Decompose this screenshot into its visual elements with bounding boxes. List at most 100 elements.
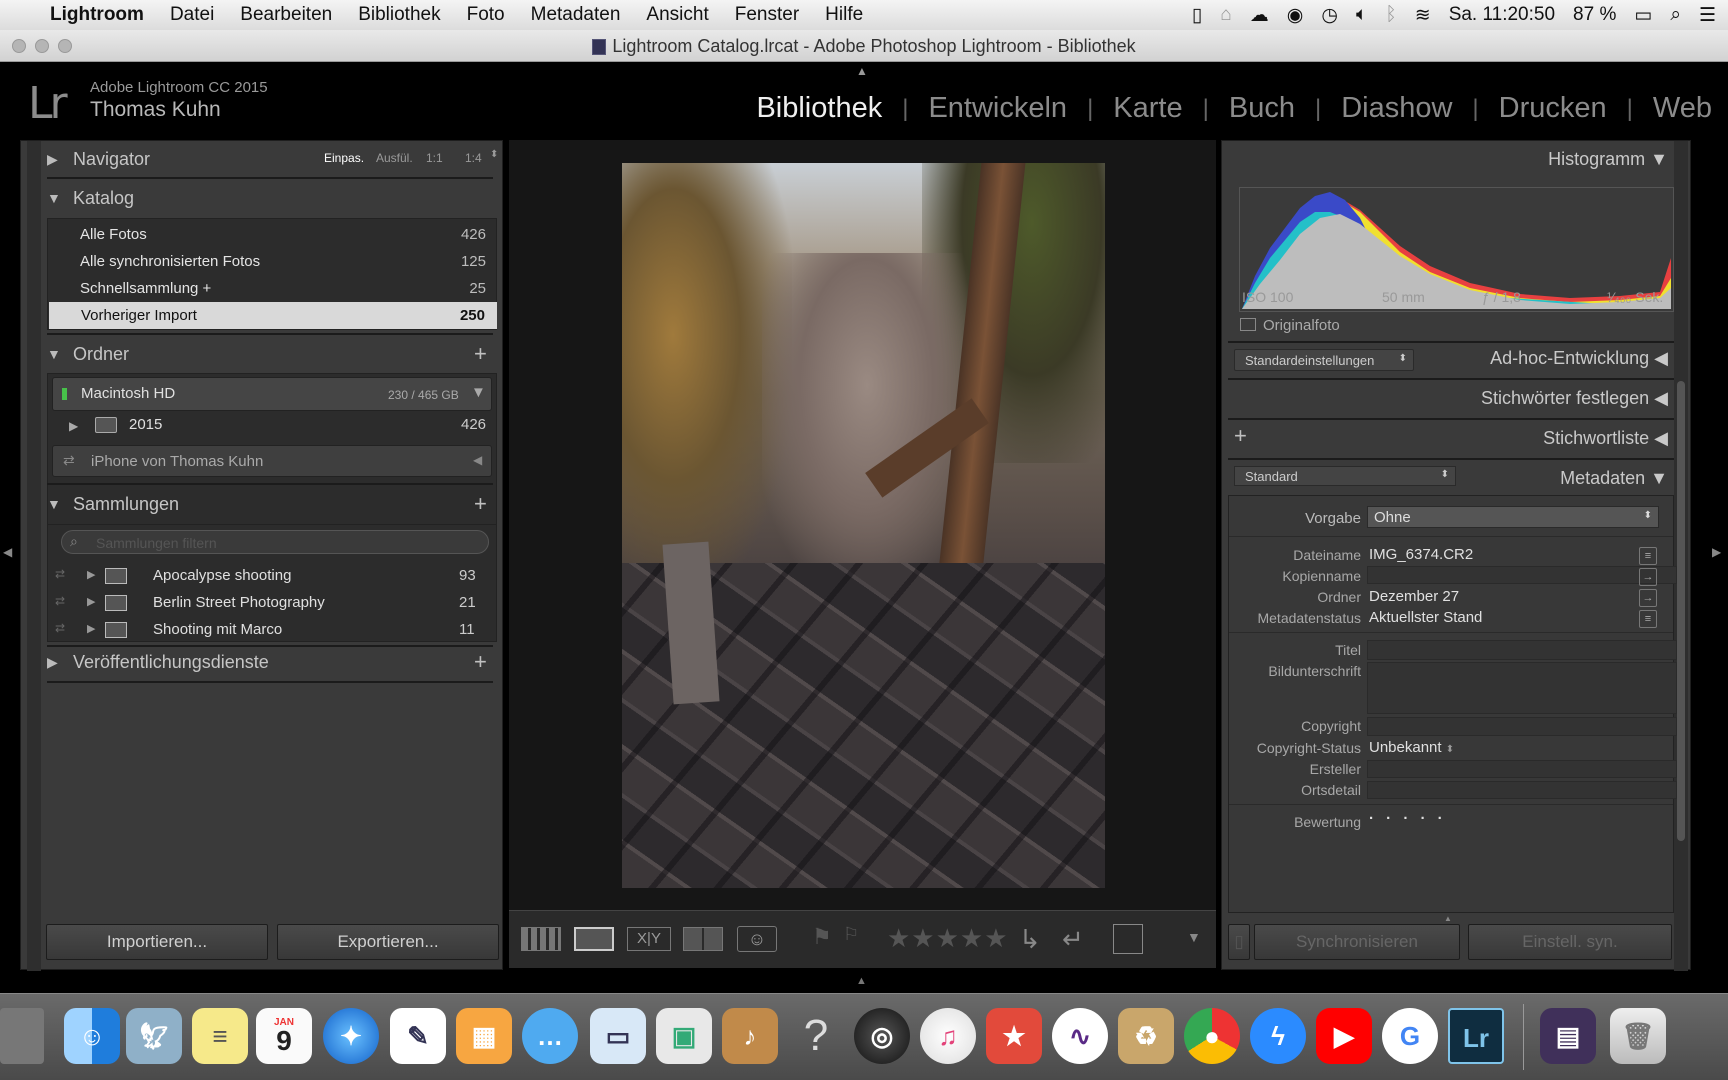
textedit-icon[interactable]: ✎	[390, 1008, 446, 1064]
garageband-icon[interactable]: ♪	[722, 1008, 778, 1064]
metadata-preset-select[interactable]: Standard ⬍	[1234, 466, 1456, 486]
zoom-1-4[interactable]: 1:4	[465, 151, 482, 165]
location-input[interactable]	[1367, 781, 1677, 799]
survey-view-icon[interactable]	[683, 927, 723, 951]
device-iphone[interactable]: ⇄ iPhone von Thomas Kuhn ◀	[52, 445, 492, 477]
catalog-row-quick-collection[interactable]: Schnellsammlung + 25	[48, 275, 498, 302]
help-icon[interactable]: ?	[788, 1008, 844, 1064]
grid-view-icon[interactable]	[521, 927, 561, 951]
messenger-icon[interactable]: ϟ	[1250, 1008, 1306, 1064]
device-menu-icon[interactable]: ◀	[473, 453, 482, 467]
rating-dots[interactable]: · · · · ·	[1369, 810, 1447, 827]
photo-booth-icon[interactable]: ◎	[854, 1008, 910, 1064]
metadata-vorgabe-select[interactable]: Ohne ⬍	[1367, 506, 1659, 528]
collection-row[interactable]: ⇄ ▶ Shooting mit Marco 11	[55, 618, 495, 643]
keynote-icon[interactable]: ▭	[590, 1008, 646, 1064]
add-publish-service-plus-icon[interactable]: +	[474, 649, 487, 675]
finder-icon[interactable]: ☺	[64, 1008, 120, 1064]
zoom-1-1[interactable]: 1:1	[426, 151, 443, 165]
filename-value[interactable]: IMG_6374.CR2	[1369, 546, 1473, 563]
battery-icon[interactable]: ▭	[1634, 4, 1652, 27]
title-input[interactable]	[1367, 640, 1677, 660]
menu-fenster[interactable]: Fenster	[722, 4, 812, 26]
calendar-icon[interactable]: JAN 9	[256, 1008, 312, 1064]
filmstrip-toggle-icon[interactable]: ▲	[856, 975, 867, 987]
collection-row[interactable]: ⇄ ▶ Berlin Street Photography 21	[55, 591, 495, 616]
volume-icon[interactable]: 🔈︎	[1356, 4, 1367, 26]
zoom-fit[interactable]: Einpas.	[324, 151, 364, 165]
add-folder-plus-icon[interactable]: +	[474, 341, 487, 367]
metadata-status-icon[interactable]: ≡	[1639, 610, 1657, 628]
folder-go-icon[interactable]: →	[1639, 589, 1657, 607]
wifi-icon[interactable]: ≋	[1415, 4, 1431, 27]
module-karte[interactable]: Karte	[1093, 92, 1202, 125]
caption-input[interactable]	[1367, 662, 1677, 714]
preview-icon[interactable]: 🦅︎	[126, 1008, 182, 1064]
compare-view-icon[interactable]: X|Y	[627, 927, 671, 951]
menu-datei[interactable]: Datei	[157, 4, 227, 26]
messages-icon[interactable]: …	[522, 1008, 578, 1064]
close-window-button[interactable]	[12, 39, 26, 53]
menu-bearbeiten[interactable]: Bearbeiten	[227, 4, 345, 26]
clock[interactable]: Sa. 11:20:50	[1449, 4, 1555, 26]
module-bibliothek[interactable]: Bibliothek	[736, 92, 902, 125]
copy-name-input[interactable]	[1367, 566, 1677, 584]
module-web[interactable]: Web	[1633, 92, 1712, 125]
add-collection-plus-icon[interactable]: +	[474, 491, 487, 517]
collections-header[interactable]: ▼ Sammlungen	[47, 486, 487, 522]
creative-cloud-icon[interactable]: ☁	[1250, 4, 1269, 27]
dock-stack-icon[interactable]	[0, 1008, 44, 1064]
left-panel-scroll-track[interactable]	[27, 141, 41, 971]
module-diashow[interactable]: Diashow	[1321, 92, 1472, 125]
chrome-icon[interactable]: ●	[1184, 1008, 1240, 1064]
lightroom-dock-icon[interactable]: Lr	[1448, 1008, 1504, 1064]
flag-pick-icon[interactable]: ⚑	[812, 924, 832, 952]
module-drucken[interactable]: Drucken	[1479, 92, 1627, 125]
itunes-icon[interactable]: ♫	[920, 1008, 976, 1064]
toolbar-options-icon[interactable]: ▼	[1187, 929, 1201, 957]
folders-header[interactable]: ▼ Ordner	[47, 336, 487, 372]
youtube-icon[interactable]: ▶	[1316, 1008, 1372, 1064]
archive-icon[interactable]: ♻	[1118, 1008, 1174, 1064]
right-panel-scroll-track[interactable]	[1674, 141, 1688, 971]
creator-input[interactable]	[1367, 760, 1677, 778]
screenshot-icon[interactable]: ▦	[456, 1008, 512, 1064]
menu-bibliothek[interactable]: Bibliothek	[345, 4, 453, 26]
minimize-window-button[interactable]	[35, 39, 49, 53]
collections-filter-input[interactable]: ⌕ Sammlungen filtern	[61, 530, 489, 554]
module-entwickeln[interactable]: Entwickeln	[908, 92, 1087, 125]
menu-hilfe[interactable]: Hilfe	[812, 4, 876, 26]
documents-stack-icon[interactable]: ▤	[1540, 1008, 1596, 1064]
star-rating[interactable]: ★★★★★	[887, 923, 1009, 953]
folder-name[interactable]: 2015	[129, 416, 162, 433]
photo-temple-ruins[interactable]	[622, 163, 1105, 888]
zoom-window-button[interactable]	[58, 39, 72, 53]
catalog-header[interactable]: ▼ Katalog	[47, 180, 487, 216]
copyright-status-select[interactable]: Unbekannt ⬍	[1369, 739, 1454, 756]
bluetooth-icon[interactable]: ᛒ	[1385, 4, 1396, 26]
loupe-view-icon[interactable]	[574, 927, 614, 951]
copy-name-go-icon[interactable]: →	[1639, 568, 1657, 586]
menu-foto[interactable]: Foto	[454, 4, 518, 26]
zoom-fill[interactable]: Ausfül.	[376, 151, 413, 165]
rotate-right-icon[interactable]: ↵	[1062, 924, 1084, 954]
top-panel-toggle-icon[interactable]: ▲	[856, 64, 868, 78]
zoom-stepper-icon[interactable]: ⬍	[490, 149, 498, 160]
safari-icon[interactable]: ✦	[323, 1008, 379, 1064]
right-panel-toggle-icon[interactable]: ▶	[1712, 545, 1721, 559]
synchronize-button[interactable]: Synchronisieren	[1254, 924, 1460, 960]
import-button[interactable]: Importieren...	[46, 924, 268, 960]
menu-app-name[interactable]: Lightroom	[37, 4, 157, 26]
trash-icon[interactable]: 🗑︎	[1610, 1008, 1666, 1064]
catalog-row-synced-photos[interactable]: Alle synchronisierten Fotos 125	[48, 248, 498, 275]
histogram-header[interactable]: Histogramm ▼	[1548, 149, 1668, 170]
keywording-header[interactable]: Stichwörter festlegen ◀	[1481, 388, 1668, 409]
battery-percent[interactable]: 87 %	[1573, 4, 1616, 26]
keyword-list-header[interactable]: Stichwortliste ◀	[1543, 428, 1668, 449]
spotlight-search-icon[interactable]: ⌕	[1670, 4, 1681, 26]
notification-center-icon[interactable]: ☰	[1699, 4, 1716, 27]
time-machine-icon[interactable]: ◷	[1321, 4, 1338, 27]
folder-expand-triangle-icon[interactable]: ▶	[69, 419, 78, 433]
airplay-icon[interactable]: ⌂	[1220, 4, 1231, 26]
original-photo-checkbox[interactable]	[1240, 318, 1256, 331]
